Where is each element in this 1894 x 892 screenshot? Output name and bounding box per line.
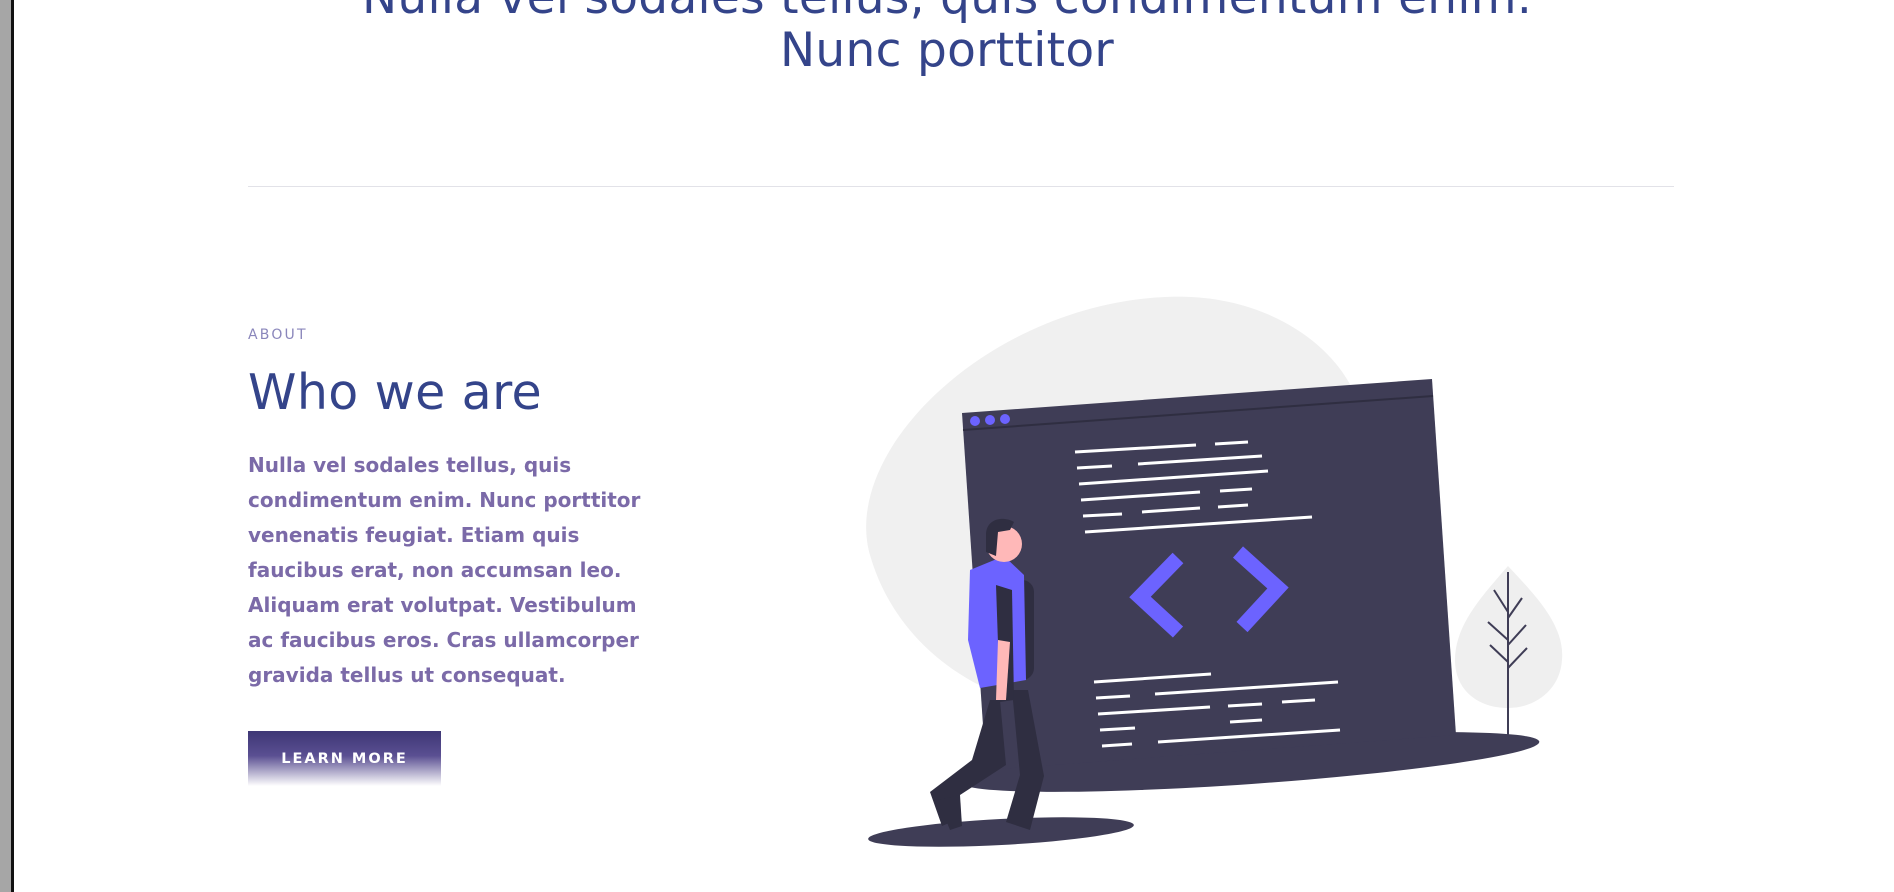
window-dot-icon xyxy=(970,416,980,426)
window-left-frame xyxy=(0,0,14,892)
window-dot-icon xyxy=(1000,414,1010,424)
learn-more-button[interactable]: LEARN MORE xyxy=(248,731,441,786)
window-dot-icon xyxy=(985,415,995,425)
developer-code-window-illustration xyxy=(866,296,1563,847)
code-window xyxy=(962,379,1456,770)
person-shadow xyxy=(868,817,1134,847)
section-eyebrow: ABOUT xyxy=(248,327,308,343)
section-divider xyxy=(248,186,1674,187)
section-title: Who we are xyxy=(248,364,543,421)
hero-heading-line-2: Nunc porttitor xyxy=(779,23,1115,78)
hero-heading-line-1: Nulla vel sodales tellus, quis condiment… xyxy=(0,0,1894,25)
section-body: Nulla vel sodales tellus, quis condiment… xyxy=(248,453,641,687)
